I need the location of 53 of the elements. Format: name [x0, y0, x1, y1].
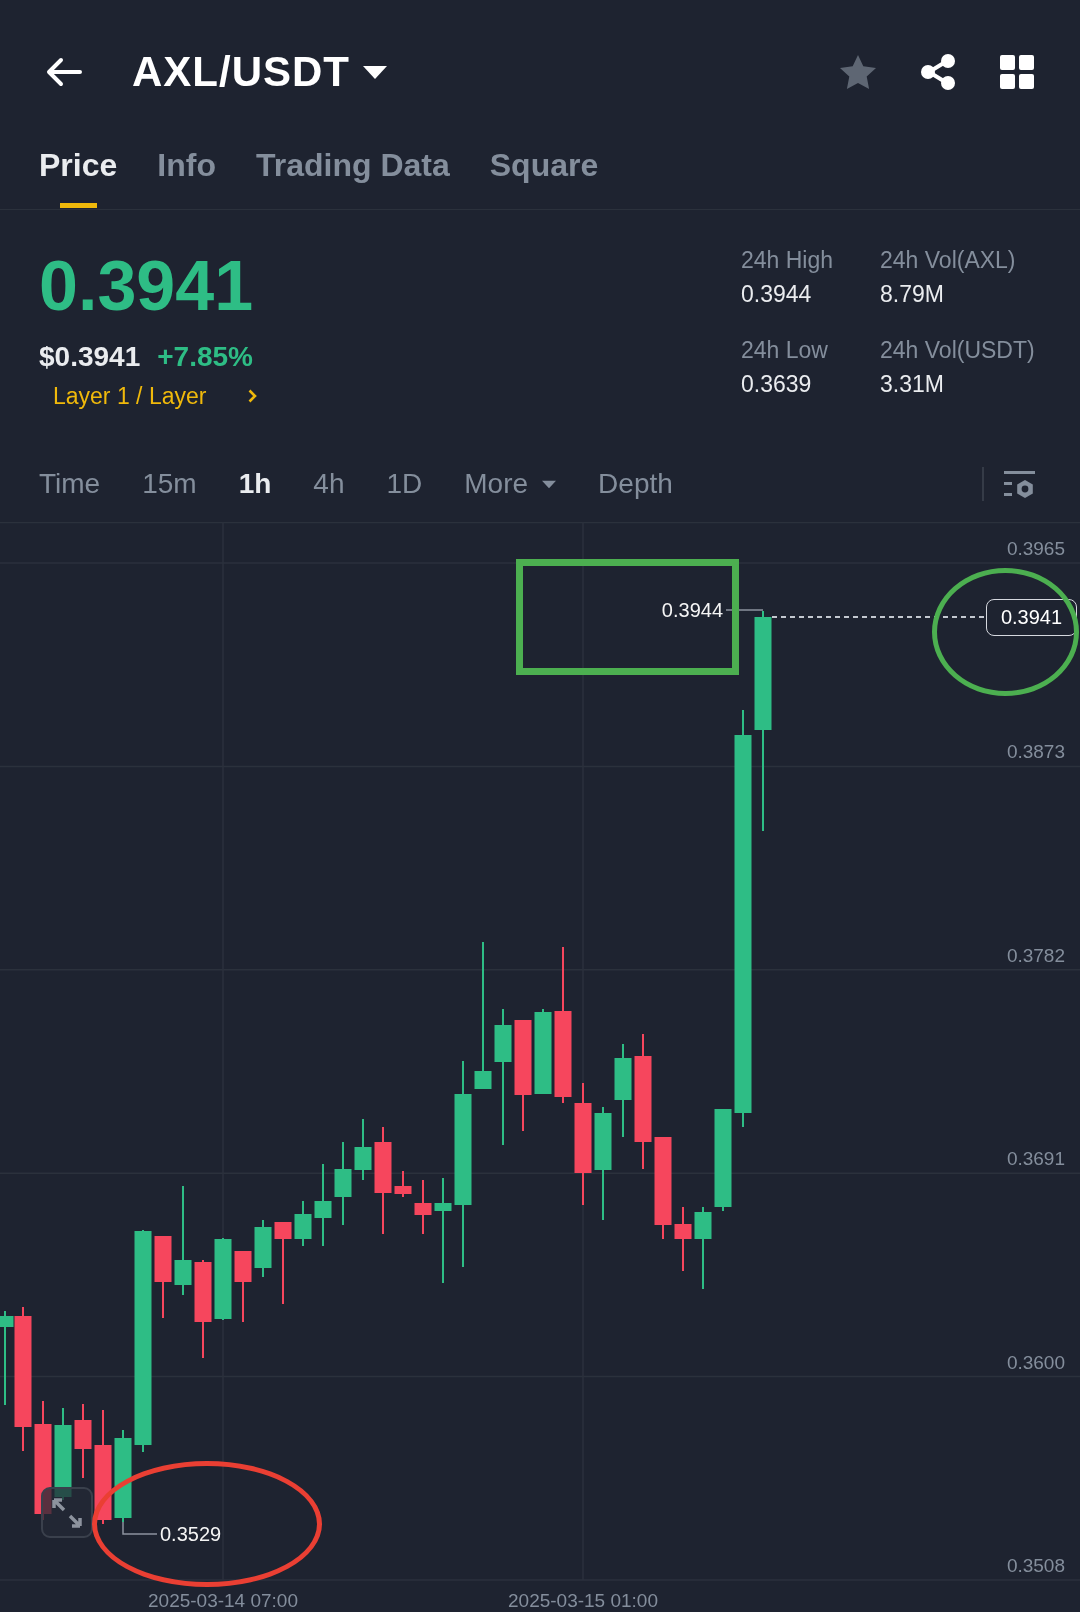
price-axis-label: 0.3965 [1006, 539, 1065, 559]
price-axis-label: 0.3508 [1006, 1556, 1065, 1576]
time-axis-label: 2025-03-14 07:00 [148, 1590, 298, 1611]
stat-value: 0.3639 [741, 370, 813, 399]
leader-line [725, 609, 764, 611]
interval-tab[interactable]: 1D [386, 467, 423, 501]
rising-candle [294, 1201, 312, 1246]
chevron-right-icon [248, 389, 258, 403]
leader-line [122, 1521, 158, 1535]
tab[interactable]: Price [39, 147, 118, 208]
falling-candle [414, 1180, 432, 1234]
stat-label: 24h Vol(AXL) [880, 246, 1017, 275]
tab[interactable]: Info [157, 147, 216, 208]
stat-value: 0.3944 [741, 280, 813, 309]
rising-candle [254, 1220, 272, 1277]
settings-icon[interactable] [1004, 470, 1035, 498]
category-link[interactable]: Layer 1 / Layer [53, 381, 258, 411]
interval-tab[interactable]: Depth [598, 467, 673, 501]
interval-tab[interactable]: 4h [313, 467, 345, 501]
star-icon[interactable] [840, 55, 876, 89]
expand-icon[interactable] [41, 1487, 93, 1538]
interval-tab[interactable]: Time [39, 467, 101, 501]
arrow-left-icon[interactable] [46, 57, 82, 87]
last-price: 0.3941 [39, 251, 254, 321]
price-axis-label: 0.3782 [1006, 945, 1065, 966]
price-axis-label: 0.3873 [1006, 742, 1065, 763]
stat-label: 24h Vol(USDT) [880, 336, 1036, 365]
rising-candle [354, 1119, 372, 1180]
low-price-marker: 0.3529 [160, 1524, 222, 1544]
falling-candle [394, 1171, 412, 1197]
pair-selector[interactable]: AXL/USDT [132, 47, 387, 97]
high-price-marker: 0.3944 [661, 600, 723, 620]
stat-value: 3.31M [880, 370, 945, 399]
price-change: +7.85% [157, 340, 253, 374]
caret-icon [542, 479, 557, 489]
price-axis-label: 0.3600 [1006, 1352, 1065, 1373]
tab[interactable]: Square [489, 147, 599, 208]
stat-label: 24h High [741, 246, 835, 275]
falling-candle [674, 1207, 692, 1271]
time-axis-label: 2025-03-15 01:00 [508, 1590, 658, 1611]
share-icon[interactable] [920, 54, 956, 90]
caret-icon [363, 65, 387, 79]
tab[interactable]: Trading Data [255, 147, 450, 208]
usd-price: $0.3941 [39, 340, 141, 374]
stat-label: 24h Low [741, 336, 829, 365]
interval-tab[interactable]: 1h [238, 467, 272, 501]
grid-icon[interactable] [1000, 55, 1034, 89]
price-axis-label: 0.3691 [1006, 1149, 1065, 1170]
stat-value: 8.79M [880, 280, 945, 309]
more-dropdown[interactable]: More [464, 467, 557, 501]
last-price-label: 0.3941 [986, 599, 1077, 636]
interval-tab[interactable]: 15m [142, 467, 197, 501]
falling-candle [234, 1251, 252, 1322]
